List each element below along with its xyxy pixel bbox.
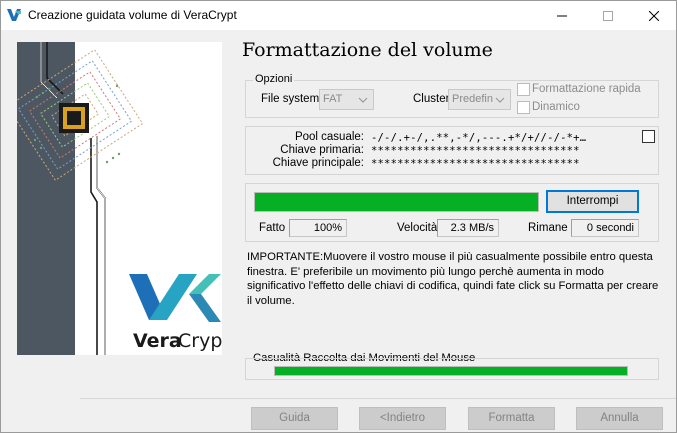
- abort-button[interactable]: Interrompi: [546, 190, 639, 213]
- close-button[interactable]: [631, 1, 677, 30]
- minimize-icon: [557, 15, 567, 16]
- quick-format-checkbox[interactable]: [517, 83, 530, 96]
- random-pool-label: Pool casuale:: [294, 131, 364, 143]
- entropy-progress-fill: [275, 367, 627, 375]
- wizard-side-image: Vera Crypt: [17, 42, 222, 355]
- cancel-button[interactable]: Annulla: [576, 407, 663, 430]
- format-progress-fill: [255, 193, 538, 211]
- circuit-board-illustration: Vera Crypt: [17, 42, 222, 355]
- speed-label: Velocità: [397, 222, 438, 234]
- random-pool-value: -/-/.+-/,.**,-*/,---.+*/+//-/-*+…: [371, 132, 587, 144]
- cluster-label: Cluster: [413, 93, 450, 105]
- help-button[interactable]: Guida: [251, 407, 338, 430]
- logo-text-bold: Vera: [133, 330, 182, 352]
- format-button[interactable]: Formatta: [468, 407, 555, 430]
- close-icon: [649, 10, 659, 21]
- time-left-value: 0 secondi: [571, 219, 639, 237]
- important-notice: IMPORTANTE:Muovere il vostro mouse il pi…: [247, 251, 659, 307]
- window-title: Creazione guidata volume di VeraCrypt: [28, 8, 237, 22]
- minimize-button[interactable]: [539, 1, 585, 30]
- header-key-value: ********************************: [371, 145, 580, 157]
- maximize-icon: [603, 10, 613, 21]
- show-pool-checkbox[interactable]: [642, 130, 655, 143]
- entropy-progress-bar: [274, 366, 628, 376]
- options-legend: Opzioni: [253, 73, 295, 85]
- done-label: Fatto: [259, 222, 286, 234]
- veracrypt-app-icon: [7, 9, 21, 21]
- maximize-button[interactable]: [585, 1, 631, 30]
- quick-format-label: Formattazione rapida: [532, 83, 641, 95]
- page-title: Formattazione del volume: [242, 39, 493, 61]
- dynamic-label: Dinamico: [532, 101, 580, 113]
- veracrypt-logo-icon: [129, 274, 221, 322]
- done-value: 100%: [289, 219, 347, 237]
- cluster-select[interactable]: Predefin: [448, 89, 511, 110]
- back-button[interactable]: <Indietro: [359, 407, 446, 430]
- button-separator: [80, 398, 676, 399]
- speed-value: 2.3 MB/s: [437, 219, 499, 237]
- format-progress-bar: [254, 192, 539, 212]
- master-key-label: Chiave principale:: [272, 157, 364, 169]
- wizard-window: Creazione guidata volume di VeraCrypt Ve…: [0, 0, 677, 433]
- title-bar[interactable]: Creazione guidata volume di VeraCrypt: [1, 1, 676, 30]
- chevron-down-icon: [358, 97, 368, 103]
- time-left-label: Rimane: [528, 222, 568, 234]
- filesystem-value: FAT: [323, 93, 343, 105]
- header-key-label: Chiave primaria:: [280, 144, 364, 156]
- cluster-value: Predefin: [452, 93, 493, 105]
- filesystem-select[interactable]: FAT: [319, 89, 374, 110]
- dynamic-checkbox[interactable]: [517, 101, 530, 114]
- filesystem-label: File system: [261, 93, 320, 105]
- logo-text-light: Crypt: [178, 330, 222, 352]
- master-key-value: ********************************: [371, 158, 580, 170]
- chevron-down-icon: [495, 97, 505, 103]
